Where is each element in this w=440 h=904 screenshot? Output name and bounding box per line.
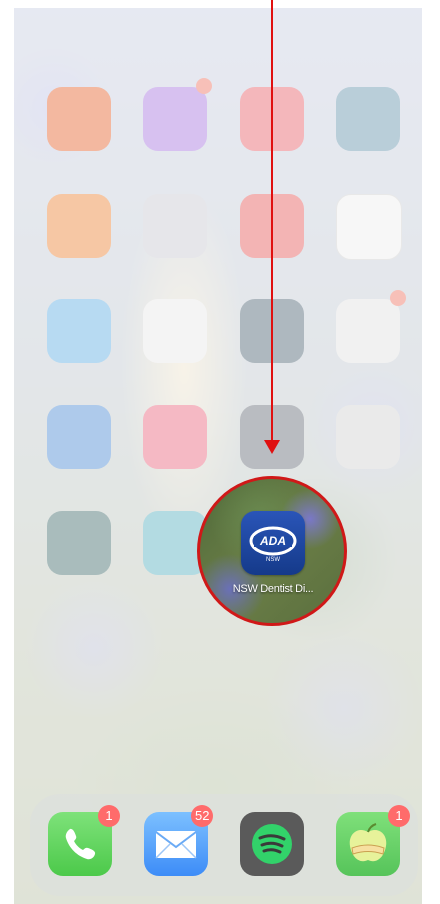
annotation-arrow-head [264, 440, 280, 454]
app-icon-faded[interactable] [336, 299, 400, 363]
phone-badge: 1 [98, 805, 120, 827]
spotify-icon [252, 824, 292, 864]
app-icon-faded[interactable] [336, 87, 400, 151]
app-icon-faded[interactable] [47, 405, 111, 469]
app-icon-faded[interactable] [336, 405, 400, 469]
app-icon-faded[interactable] [47, 511, 111, 575]
app-icon-faded[interactable] [143, 299, 207, 363]
ada-logo-text: ADA [259, 534, 286, 548]
app-icon-faded[interactable] [143, 194, 207, 258]
nsw-dentist-app-label: NSW Dentist Di... [232, 583, 314, 595]
ada-logo-subtext: NSW [266, 557, 280, 563]
app-icon-faded[interactable] [47, 194, 111, 258]
nsw-dentist-app-icon[interactable]: ADA NSW [241, 511, 305, 575]
app-icon-faded[interactable] [336, 194, 402, 260]
app-icon-faded[interactable] [47, 87, 111, 151]
health-badge: 1 [388, 805, 410, 827]
notification-badge-faded [390, 290, 406, 306]
annotation-arrow-line [271, 0, 273, 440]
notification-badge-faded [196, 78, 212, 94]
app-icon-faded[interactable] [143, 87, 207, 151]
app-icon-faded[interactable] [143, 405, 207, 469]
spotify-app-icon[interactable] [240, 812, 304, 876]
ada-nsw-logo-icon: ADA NSW [249, 526, 297, 563]
app-icon-faded[interactable] [47, 299, 111, 363]
